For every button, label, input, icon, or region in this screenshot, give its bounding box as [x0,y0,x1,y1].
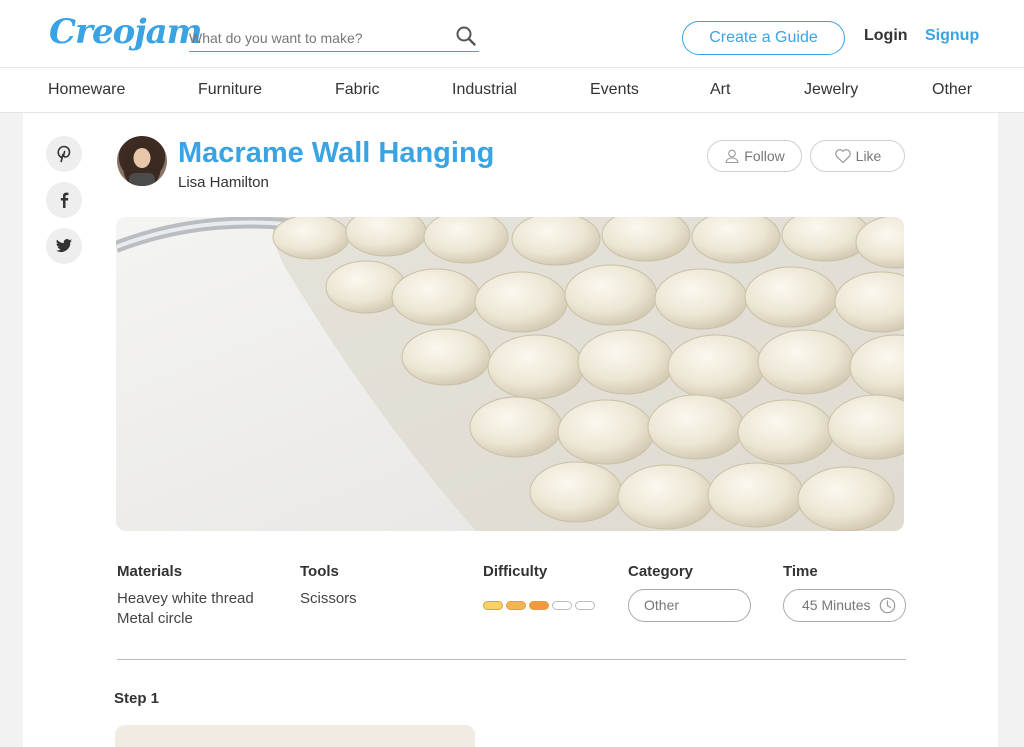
nav-item-furniture[interactable]: Furniture [198,81,262,99]
nav-item-events[interactable]: Events [590,81,639,99]
twitter-share-button[interactable] [46,228,82,264]
nav-item-industrial[interactable]: Industrial [452,81,517,99]
pinterest-share-button[interactable] [46,136,82,172]
difficulty-heading: Difficulty [483,563,548,580]
search-bar [189,22,479,52]
guide-title: Macrame Wall Hanging [178,137,495,169]
clock-icon [879,597,896,614]
nav-item-other[interactable]: Other [932,81,972,99]
tools-heading: Tools [300,563,339,580]
nav-item-fabric[interactable]: Fabric [335,81,379,99]
step-image [115,725,475,747]
follow-label: Follow [744,148,785,164]
material-item: Heavey white thread [117,590,254,607]
section-divider [117,659,906,660]
like-button[interactable]: Like [810,140,905,172]
step-heading: Step 1 [114,690,160,707]
time-pill: 45 Minutes [783,589,906,622]
facebook-share-button[interactable] [46,182,82,218]
difficulty-segment [529,601,549,610]
heart-icon [834,149,851,164]
nav-item-jewelry[interactable]: Jewelry [804,81,858,99]
facebook-icon [60,192,69,208]
search-icon[interactable] [455,25,477,47]
author-name[interactable]: Lisa Hamilton [178,174,269,191]
time-heading: Time [783,563,818,580]
category-pill[interactable]: Other [628,589,751,622]
material-item: Metal circle [117,610,193,627]
author-avatar[interactable] [117,136,167,186]
site-header: Creojam Create a Guide Login Signup [0,0,1024,68]
like-label: Like [855,148,882,164]
signup-link[interactable]: Signup [925,27,979,45]
nav-item-homeware[interactable]: Homeware [48,81,125,99]
time-value: 45 Minutes [802,597,871,613]
nav-item-art[interactable]: Art [710,81,730,99]
tool-item: Scissors [300,590,357,607]
follow-button[interactable]: Follow [707,140,802,172]
difficulty-segment [506,601,526,610]
user-icon [725,149,739,164]
hero-image [116,217,904,531]
category-nav: Homeware Furniture Fabric Industrial Eve… [0,68,1024,113]
materials-heading: Materials [117,563,183,580]
twitter-icon [56,239,72,252]
search-input[interactable] [189,28,444,48]
difficulty-segment [575,601,595,610]
pinterest-icon [57,145,71,163]
difficulty-segment [483,601,503,610]
category-heading: Category [628,563,694,580]
create-guide-button[interactable]: Create a Guide [682,21,845,55]
site-logo[interactable]: Creojam [49,12,203,52]
difficulty-segment [552,601,572,610]
login-link[interactable]: Login [864,27,908,45]
